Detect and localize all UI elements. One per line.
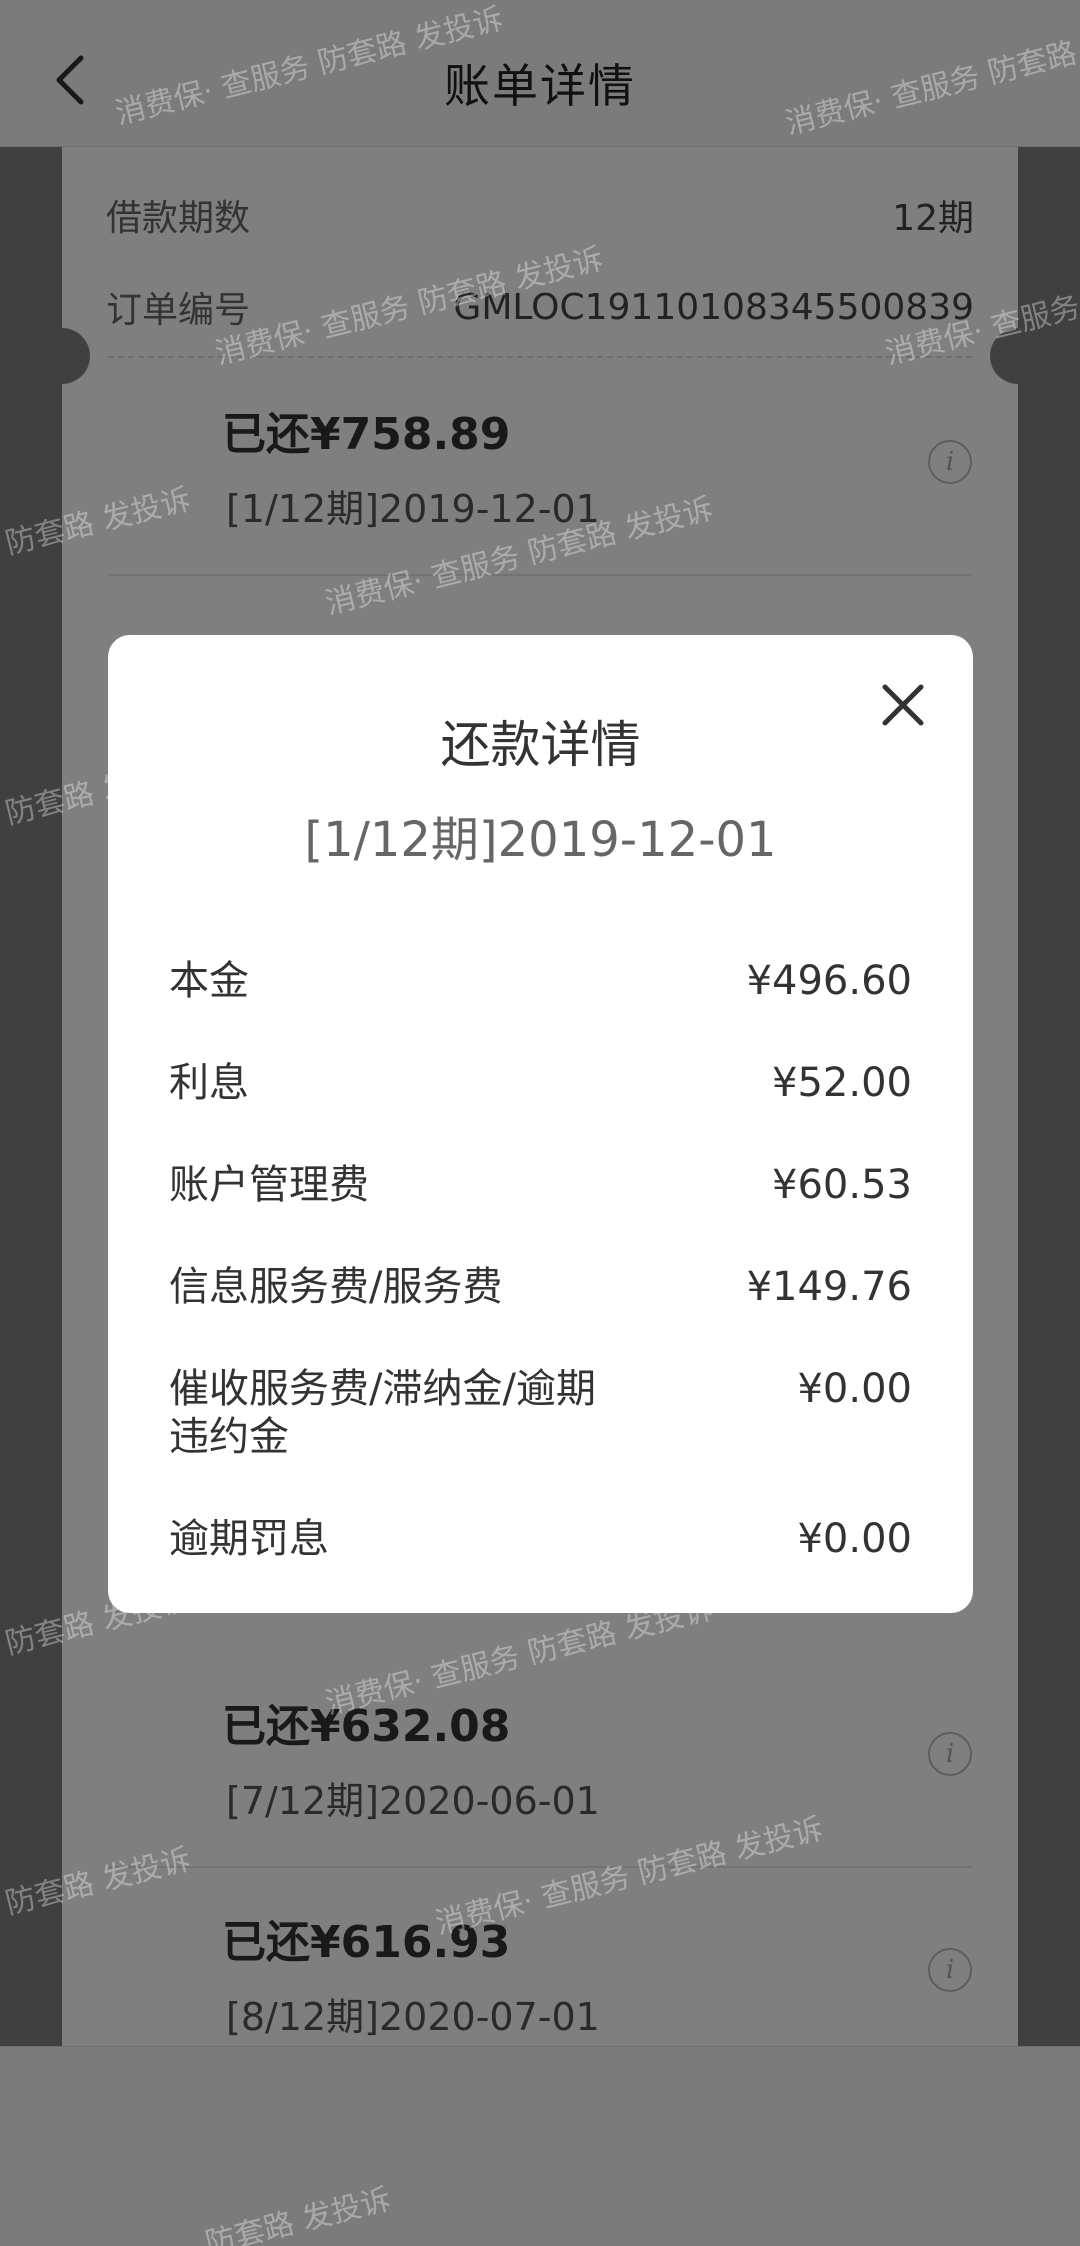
detail-row-account-fee: 账户管理费 ¥60.53 [169,1161,912,1209]
detail-row-interest: 利息 ¥52.00 [169,1059,912,1107]
detail-label: 账户管理费 [169,1162,369,1208]
detail-label: 催收服务费/滞纳金/逾期违约金 [169,1366,596,1460]
detail-row-service-fee: 信息服务费/服务费 ¥149.76 [169,1263,912,1311]
detail-label: 利息 [169,1060,249,1106]
detail-label: 信息服务费/服务费 [169,1264,503,1310]
detail-row-penalty-interest: 逾期罚息 ¥0.00 [169,1515,912,1563]
detail-row-collection-fee: 催收服务费/滞纳金/逾期违约金 ¥0.00 [169,1365,912,1461]
detail-amount: ¥52.00 [772,1060,912,1106]
detail-amount: ¥60.53 [772,1162,912,1208]
detail-amount: ¥0.00 [797,1516,912,1562]
modal-title: 还款详情 [440,716,641,774]
detail-row-principal: 本金 ¥496.60 [169,957,912,1005]
detail-amount: ¥0.00 [797,1366,912,1412]
detail-label: 逾期罚息 [169,1516,329,1562]
repayment-detail-modal: 还款详情 [1/12期]2019-12-01 本金 ¥496.60 利息 ¥52… [108,635,973,1613]
detail-amount: ¥149.76 [746,1264,912,1310]
detail-amount: ¥496.60 [746,958,912,1004]
modal-period: [1/12期]2019-12-01 [304,812,777,868]
detail-label: 本金 [169,958,249,1004]
